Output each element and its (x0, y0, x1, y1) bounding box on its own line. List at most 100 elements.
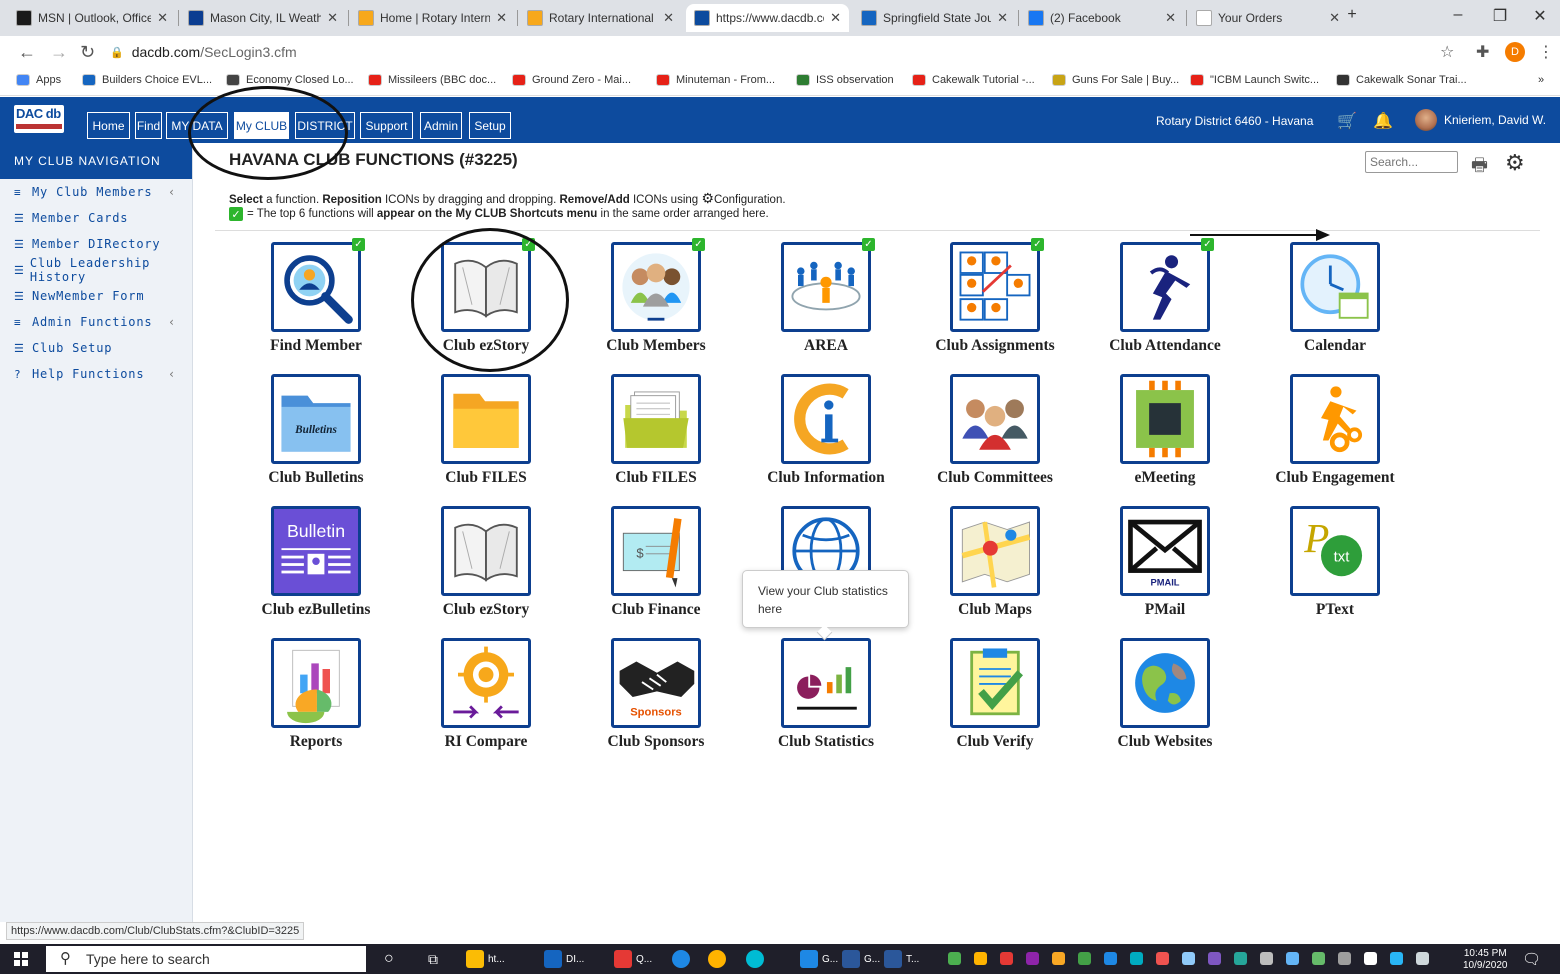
find-member-icon[interactable] (271, 242, 361, 332)
function-club-ezbulletins[interactable]: Bulletin Club ezBulletins (231, 506, 401, 636)
user-name[interactable]: Knieriem, David W. (1444, 113, 1546, 127)
tab-close-icon[interactable]: ✕ (830, 10, 841, 26)
function-club-ezstory[interactable]: Club ezStory (401, 506, 571, 636)
function-label[interactable]: Club Information (741, 469, 911, 487)
function-label[interactable]: Club FILES (571, 469, 741, 487)
mail-icon[interactable]: PMAIL (1120, 506, 1210, 596)
tab-close-icon[interactable]: ✕ (663, 10, 674, 26)
bookmark-item[interactable]: Cakewalk Tutorial -... (912, 74, 1035, 86)
extensions-icon[interactable]: ✚ (1476, 42, 1489, 62)
function-label[interactable]: Club Assignments (910, 337, 1080, 355)
function-reports[interactable]: Reports (231, 638, 401, 768)
function-label[interactable]: Club Verify (910, 733, 1080, 751)
tray-icon[interactable] (1130, 952, 1143, 965)
function-label[interactable]: Club Committees (910, 469, 1080, 487)
finance-icon[interactable]: $ (611, 506, 701, 596)
tab-close-icon[interactable]: ✕ (157, 10, 168, 26)
taskbar-search[interactable]: ⚲ Type here to search (46, 946, 366, 972)
bookmark-item[interactable]: Missileers (BBC doc... (368, 74, 496, 86)
browser-tab[interactable]: MSN | Outlook, Office ✕ (8, 4, 176, 32)
tray-icon[interactable] (1078, 952, 1091, 965)
browser-tab[interactable]: Home | Rotary Interna ✕ (350, 4, 515, 32)
search-input[interactable] (1365, 151, 1458, 173)
windows-start-icon[interactable] (14, 952, 28, 966)
nav-tab-support[interactable]: Support (360, 112, 413, 139)
taskbar-app[interactable]: G... (842, 949, 880, 969)
taskbar-app[interactable]: T... (884, 949, 919, 969)
function-label[interactable]: Club Sponsors (571, 733, 741, 751)
function-label[interactable]: Club ezBulletins (231, 601, 401, 619)
back-icon[interactable]: ← (18, 42, 36, 63)
taskbar-app[interactable]: G... (800, 949, 838, 969)
nav-tab-home[interactable]: Home (87, 112, 130, 139)
tray-icon[interactable] (1234, 952, 1247, 965)
tray-icon[interactable] (1416, 952, 1429, 965)
dacdb-logo[interactable]: DAC db (14, 105, 64, 133)
profile-avatar[interactable]: D (1505, 42, 1525, 62)
function-label[interactable]: Find Member (231, 337, 401, 355)
browser-tab[interactable]: https://www.dacdb.co ✕ (686, 4, 849, 32)
bookmark-item[interactable]: "ICBM Launch Switc... (1190, 74, 1319, 86)
tray-icon[interactable] (1156, 952, 1169, 965)
function-club-verify[interactable]: Club Verify (910, 638, 1080, 768)
info-icon[interactable] (781, 374, 871, 464)
function-label[interactable]: eMeeting (1080, 469, 1250, 487)
browser-tab[interactable]: Your Orders ✕ (1188, 4, 1348, 32)
function-label[interactable]: Reports (231, 733, 401, 751)
tab-close-icon[interactable]: ✕ (1165, 10, 1176, 26)
function-label[interactable]: Club Engagement (1250, 469, 1420, 487)
attendance-icon[interactable] (1120, 242, 1210, 332)
sidebar-item-newmember-form[interactable]: ☰ NewMember Form (0, 283, 192, 309)
area-icon[interactable] (781, 242, 871, 332)
taskbar-app[interactable]: DI... (544, 949, 584, 969)
cart-icon[interactable]: 🛒 (1337, 111, 1357, 131)
forward-icon[interactable]: → (50, 42, 68, 63)
function-find-member[interactable]: Find Member ✓ (231, 238, 401, 372)
verify-icon[interactable] (950, 638, 1040, 728)
function-label[interactable]: Calendar (1250, 337, 1420, 355)
tray-icon[interactable] (1026, 952, 1039, 965)
map-icon[interactable] (950, 506, 1040, 596)
bookmark-item[interactable]: Ground Zero - Mai... (512, 74, 631, 86)
websites-globe-icon[interactable] (1120, 638, 1210, 728)
function-club-attendance[interactable]: Club Attendance ✓ (1080, 238, 1250, 372)
tray-icon[interactable] (1260, 952, 1273, 965)
function-club-sponsors[interactable]: Sponsors Club Sponsors (571, 638, 741, 768)
function-emeeting[interactable]: eMeeting (1080, 374, 1250, 504)
tray-icon[interactable] (1052, 952, 1065, 965)
tray-icon[interactable] (1390, 952, 1403, 965)
bulletins-folder-icon[interactable]: Bulletins (271, 374, 361, 464)
taskbar-app[interactable]: Q... (614, 949, 652, 969)
function-club-committees[interactable]: Club Committees (910, 374, 1080, 504)
function-club-websites[interactable]: Club Websites (1080, 638, 1250, 768)
statistics-icon[interactable] (781, 638, 871, 728)
function-ri-compare[interactable]: RI Compare (401, 638, 571, 768)
file-folder-icon[interactable] (611, 374, 701, 464)
browser-menu-icon[interactable]: ⋮ (1538, 42, 1554, 62)
function-area[interactable]: AREA ✓ (741, 238, 911, 372)
rotary-compare-icon[interactable] (441, 638, 531, 728)
tab-close-icon[interactable]: ✕ (1329, 10, 1340, 26)
tray-icon[interactable] (1000, 952, 1013, 965)
function-label[interactable]: Club Maps (910, 601, 1080, 619)
function-label[interactable]: Club Websites (1080, 733, 1250, 751)
configuration-link[interactable]: Configuration. (714, 194, 786, 206)
calendar-icon[interactable] (1290, 242, 1380, 332)
function-club-engagement[interactable]: Club Engagement (1250, 374, 1420, 504)
tray-icon[interactable] (948, 952, 961, 965)
function-label[interactable]: RI Compare (401, 733, 571, 751)
function-club-assignments[interactable]: Club Assignments ✓ (910, 238, 1080, 372)
print-icon[interactable]: 🖶 (1471, 153, 1488, 183)
folder-icon[interactable] (441, 374, 531, 464)
sidebar-item-admin-functions[interactable]: ≡ Admin Functions ‹ (0, 309, 192, 335)
browser-tab[interactable]: Mason City, IL Weathe ✕ (180, 4, 346, 32)
bookmark-item[interactable]: Guns For Sale | Buy... (1052, 74, 1179, 86)
cortana-icon[interactable]: ○ (384, 949, 394, 969)
tray-icon[interactable] (1104, 952, 1117, 965)
user-avatar[interactable] (1415, 109, 1437, 131)
url-field[interactable]: 🔒 dacdb.com/SecLogin3.cfm (110, 40, 1430, 64)
reports-icon[interactable] (271, 638, 361, 728)
bookmark-star-icon[interactable]: ☆ (1440, 42, 1454, 62)
tab-close-icon[interactable]: ✕ (496, 10, 507, 26)
function-club-statistics[interactable]: Club Statistics (741, 638, 911, 768)
